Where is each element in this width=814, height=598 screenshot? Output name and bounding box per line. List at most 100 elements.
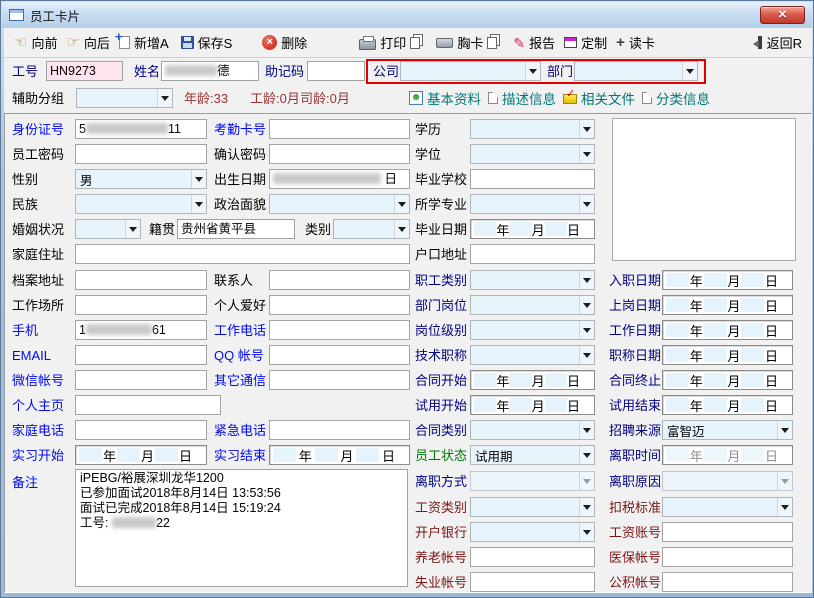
home-phone-input[interactable]: [75, 420, 207, 440]
tech-title-select[interactable]: [470, 345, 595, 365]
hire-date-field[interactable]: 年月日: [662, 270, 793, 290]
salary-account-input[interactable]: [662, 522, 793, 542]
chevron-down-icon[interactable]: [682, 62, 697, 80]
back-button[interactable]: 返回R: [749, 33, 802, 52]
next-button[interactable]: 向后: [66, 33, 109, 52]
emp-password-input[interactable]: [75, 144, 207, 164]
workplace-input[interactable]: [75, 295, 207, 315]
homepage-input[interactable]: [75, 395, 221, 415]
name-input[interactable]: 德: [161, 61, 259, 81]
chevron-down-icon[interactable]: [579, 446, 594, 464]
hobby-input[interactable]: [269, 295, 410, 315]
work-phone-input[interactable]: [269, 320, 410, 340]
tab-description[interactable]: 描述信息: [488, 88, 556, 108]
add-button[interactable]: 新增A: [119, 33, 169, 52]
save-button[interactable]: 保存S: [181, 33, 233, 52]
marital-select[interactable]: [75, 219, 141, 239]
company-select[interactable]: [400, 61, 541, 81]
id-card-input[interactable]: 511: [75, 119, 207, 139]
chevron-down-icon[interactable]: [579, 523, 594, 541]
political-select[interactable]: [269, 194, 410, 214]
email-input[interactable]: [75, 345, 207, 365]
intern-end-field[interactable]: 年月日: [269, 445, 410, 465]
read-card-button[interactable]: 读卡: [616, 33, 655, 52]
home-address-input[interactable]: [75, 244, 410, 264]
chevron-down-icon[interactable]: [579, 421, 594, 439]
chevron-down-icon[interactable]: [525, 62, 540, 80]
salary-category-select[interactable]: [470, 497, 595, 517]
attendance-card-input[interactable]: [269, 119, 410, 139]
chevron-down-icon[interactable]: [191, 170, 206, 188]
mobile-input[interactable]: 161: [75, 320, 207, 340]
chevron-down-icon[interactable]: [579, 195, 594, 213]
chevron-down-icon[interactable]: [579, 271, 594, 289]
birth-date-input[interactable]: 日: [269, 169, 410, 189]
position-level-select[interactable]: [470, 320, 595, 340]
chevron-down-icon[interactable]: [394, 220, 409, 238]
chevron-down-icon[interactable]: [579, 346, 594, 364]
chevron-down-icon[interactable]: [777, 498, 792, 516]
ethnicity-select[interactable]: [75, 194, 207, 214]
mnemonic-input[interactable]: [307, 61, 365, 81]
tab-related-files[interactable]: 相关文件: [563, 88, 635, 108]
chevron-down-icon[interactable]: [394, 195, 409, 213]
tab-basic-info[interactable]: 基本资料: [409, 88, 481, 108]
pension-account-input[interactable]: [470, 547, 595, 567]
unemployment-account-input[interactable]: [470, 572, 595, 592]
emp-no-input[interactable]: HN9273: [46, 61, 123, 81]
fund-account-input[interactable]: [662, 572, 793, 592]
report-button[interactable]: 报告: [513, 33, 555, 52]
onboard-date-field[interactable]: 年月日: [662, 295, 793, 315]
bank-select[interactable]: [470, 522, 595, 542]
emergency-phone-input[interactable]: [269, 420, 410, 440]
emp-status-select[interactable]: 试用期: [470, 445, 595, 465]
chevron-down-icon[interactable]: [157, 89, 172, 107]
chevron-down-icon[interactable]: [125, 220, 140, 238]
contact-input[interactable]: [269, 270, 410, 290]
wechat-input[interactable]: [75, 370, 207, 390]
chevron-down-icon[interactable]: [191, 195, 206, 213]
chevron-down-icon[interactable]: [579, 321, 594, 339]
major-select[interactable]: [470, 194, 595, 214]
other-contact-input[interactable]: [269, 370, 410, 390]
department-select[interactable]: [574, 61, 698, 81]
contract-type-select[interactable]: [470, 420, 595, 440]
native-place-input[interactable]: 贵州省黄平县: [177, 219, 295, 239]
print-button[interactable]: 打印: [359, 33, 406, 52]
confirm-password-input[interactable]: [269, 144, 410, 164]
tab-classification[interactable]: 分类信息: [642, 88, 710, 108]
recruit-source-select[interactable]: 富智迈: [662, 420, 793, 440]
title-date-field[interactable]: 年月日: [662, 345, 793, 365]
school-input[interactable]: [470, 169, 595, 189]
contract-start-field[interactable]: 年月日: [470, 370, 595, 390]
work-date-field[interactable]: 年月日: [662, 320, 793, 340]
delete-button[interactable]: 删除: [262, 33, 307, 52]
gender-select[interactable]: 男: [75, 169, 207, 189]
chevron-down-icon[interactable]: [777, 421, 792, 439]
badge-button[interactable]: 胸卡: [436, 33, 483, 52]
registered-address-input[interactable]: [470, 244, 595, 264]
contract-end-field[interactable]: 年月日: [662, 370, 793, 390]
education-select[interactable]: [470, 119, 595, 139]
probation-start-field[interactable]: 年月日: [470, 395, 595, 415]
worker-category-select[interactable]: [470, 270, 595, 290]
print-preview-button[interactable]: [410, 37, 420, 49]
degree-select[interactable]: [470, 144, 595, 164]
chevron-down-icon[interactable]: [579, 120, 594, 138]
category-select[interactable]: [333, 219, 410, 239]
qq-input[interactable]: [269, 345, 410, 365]
remark-textarea[interactable]: iPEBG/裕展深圳龙华1200 已参加面试2018年8月14日 13:53:5…: [75, 469, 408, 587]
tax-standard-select[interactable]: [662, 497, 793, 517]
graduation-date-field[interactable]: 年月日: [470, 219, 595, 239]
prev-button[interactable]: 向前: [14, 33, 57, 52]
chevron-down-icon[interactable]: [579, 498, 594, 516]
close-button[interactable]: [760, 6, 805, 24]
aux-group-select[interactable]: [76, 88, 173, 108]
intern-start-field[interactable]: 年月日: [75, 445, 207, 465]
badge-preview-button[interactable]: [487, 37, 497, 49]
dept-position-select[interactable]: [470, 295, 595, 315]
chevron-down-icon[interactable]: [579, 145, 594, 163]
probation-end-field[interactable]: 年月日: [662, 395, 793, 415]
medical-account-input[interactable]: [662, 547, 793, 567]
file-address-input[interactable]: [75, 270, 207, 290]
